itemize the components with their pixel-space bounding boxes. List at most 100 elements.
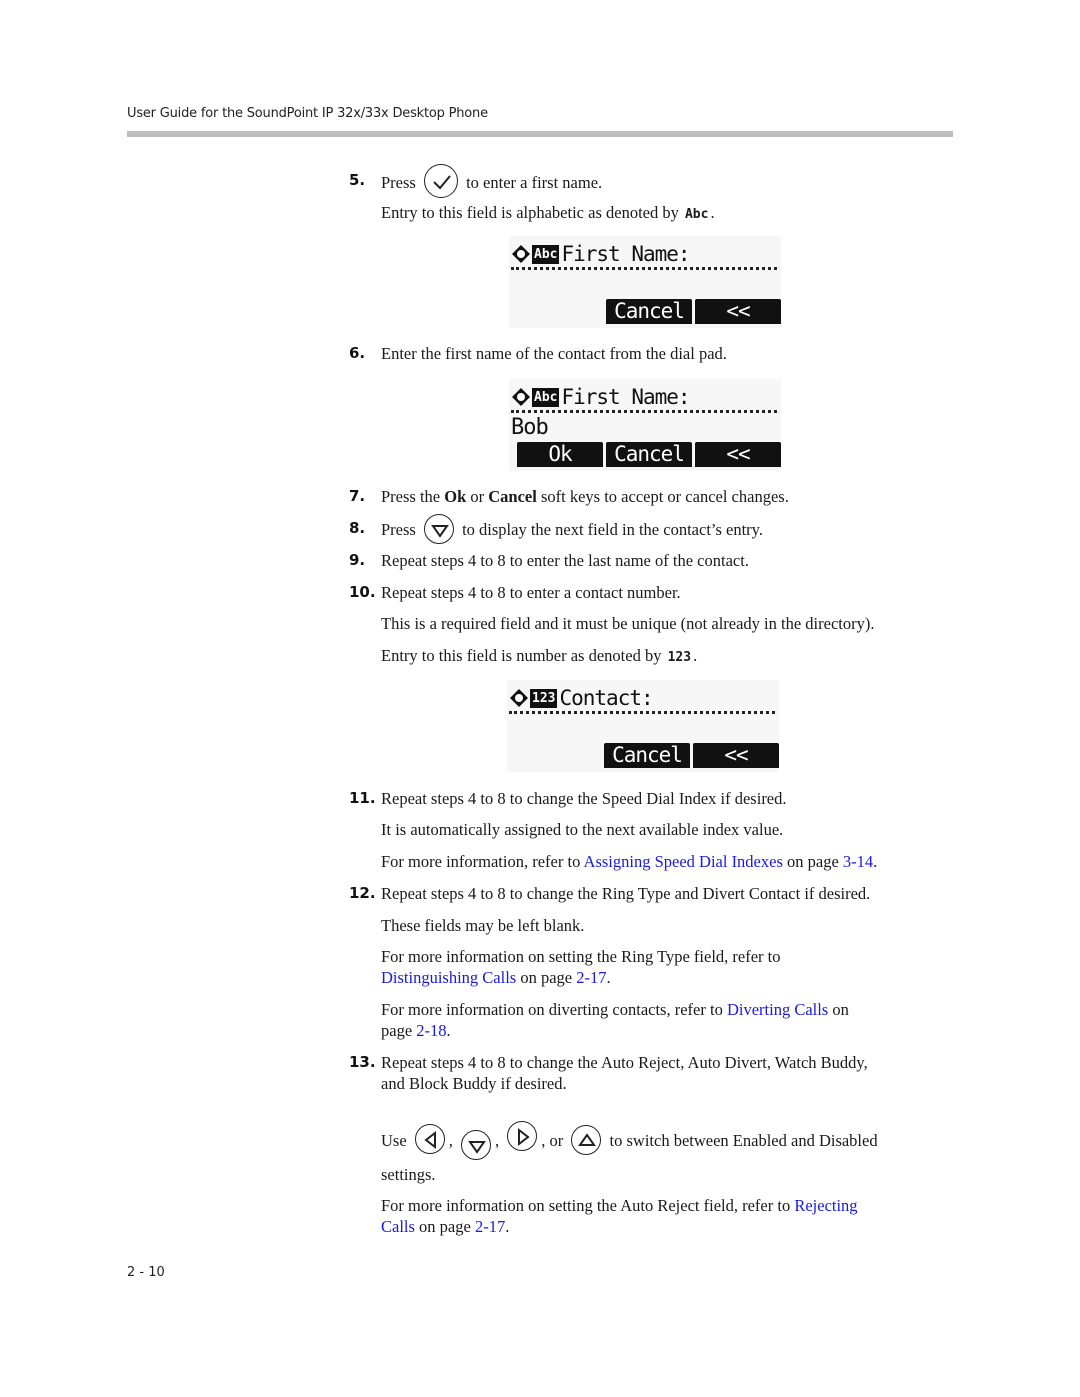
step-text: to enter a first name. (466, 172, 603, 192)
step-number: 5. (349, 171, 366, 189)
up-arrow-icon (571, 1125, 602, 1155)
text: on page (516, 968, 577, 987)
text: For more information on diverting contac… (381, 1000, 727, 1019)
numeric-mode-glyph: 123 (667, 649, 692, 665)
softkey-cancel[interactable]: Cancel (604, 743, 690, 768)
select-check-icon (423, 164, 458, 198)
step-11-note: It is automatically assigned to the next… (381, 820, 784, 839)
text: on page (414, 1217, 475, 1236)
down-arrow-icon (461, 1130, 492, 1160)
input-mode-badge: Abc (532, 387, 560, 407)
text: For more information on setting the Auto… (381, 1196, 795, 1215)
softkey-backspace[interactable]: << (695, 442, 781, 467)
input-underline (511, 267, 777, 270)
note-text: Entry to this field is number as denoted… (381, 646, 662, 665)
step-text: Repeat steps 4 to 8 to change the Auto R… (381, 1052, 868, 1094)
input-underline (511, 410, 777, 413)
input-mode-badge: Abc (532, 244, 560, 264)
text: Repeat steps 4 to 8 to change the Auto R… (381, 1053, 868, 1072)
page-number: 2 - 10 (127, 1265, 165, 1280)
softkey-bar: Cancel << (606, 299, 781, 324)
alpha-mode-glyph: Abc (684, 206, 709, 222)
field-label: Contact: (559, 686, 653, 710)
step-text: Press (381, 519, 416, 539)
softkey-ok[interactable]: Ok (517, 442, 603, 467)
left-arrow-icon (414, 1124, 445, 1154)
screen-header: Abc First Name: (511, 242, 691, 266)
text: on page (782, 852, 843, 871)
navigation-indicator-icon (511, 387, 531, 407)
text: For more information, refer to (381, 852, 584, 871)
step-text: Repeat steps 4 to 8 to enter a contact n… (381, 583, 681, 602)
note-text: . (693, 646, 698, 665)
step-text: Enter the first name of the contact from… (381, 344, 727, 363)
header-rule (127, 131, 953, 137)
text: , (495, 1130, 500, 1150)
text: . (446, 1021, 451, 1040)
step-text: Repeat steps 4 to 8 to change the Speed … (381, 789, 787, 808)
step-12-divert-reference: For more information on diverting contac… (381, 999, 849, 1041)
phone-screen-first-name: Abc First Name: Cancel << (509, 236, 781, 328)
step-10-note: This is a required field and it must be … (381, 614, 875, 633)
link-page-2-17[interactable]: 2-17 (576, 968, 606, 987)
screen-header: Abc First Name: (511, 385, 691, 409)
link-rejecting-calls[interactable]: Calls (381, 1217, 415, 1236)
link-assigning-speed-dial-indexes[interactable]: Assigning Speed Dial Indexes (584, 852, 783, 871)
step-text: Press (381, 172, 416, 192)
step-text: Press the Ok or Cancel soft keys to acce… (381, 486, 789, 507)
text: page (381, 1021, 417, 1040)
text: on (828, 1000, 849, 1019)
input-mode-badge: 123 (530, 688, 558, 708)
step-number: 10. (349, 583, 376, 601)
text: , or (541, 1130, 564, 1150)
text: or (466, 487, 489, 506)
step-number: 9. (349, 551, 366, 569)
text: . (505, 1217, 510, 1236)
step-12-ring-type-reference: For more information on setting the Ring… (381, 946, 781, 988)
step-number: 11. (349, 789, 376, 807)
step-13-navigation-note: Use , , , or to switch between Enabled a… (381, 1121, 878, 1160)
running-header: User Guide for the SoundPoint IP 32x/33x… (127, 106, 488, 121)
text: Press the (381, 487, 445, 506)
link-diverting-calls[interactable]: Diverting Calls (727, 1000, 828, 1019)
text: . (606, 968, 611, 987)
softkey-bar: Ok Cancel << (517, 442, 781, 467)
field-label: First Name: (561, 242, 690, 266)
phone-screen-contact: 123 Contact: Cancel << (507, 680, 779, 772)
text: , (448, 1130, 453, 1150)
step-13-auto-reject-reference: For more information on setting the Auto… (381, 1195, 858, 1237)
step-number: 6. (349, 344, 366, 362)
softkey-cancel[interactable]: Cancel (606, 442, 692, 467)
step-13-settings-word: settings. (381, 1165, 436, 1184)
text: and Block Buddy if desired. (381, 1074, 567, 1093)
link-distinguishing-calls[interactable]: Distinguishing Calls (381, 968, 516, 987)
cancel-keyword: Cancel (488, 487, 537, 506)
step-number: 7. (349, 487, 366, 505)
step-number: 12. (349, 884, 376, 902)
softkey-backspace[interactable]: << (693, 743, 779, 768)
link-page-2-18[interactable]: 2-18 (416, 1021, 446, 1040)
step-text: to display the next field in the contact… (462, 519, 763, 539)
down-arrow-icon (423, 514, 454, 544)
step-10-entry-note: Entry to this field is number as denoted… (381, 645, 697, 668)
note-text: Entry to this field is alphabetic as den… (381, 203, 679, 222)
text: soft keys to accept or cancel changes. (536, 487, 789, 506)
ok-keyword: Ok (444, 487, 467, 506)
step-number: 13. (349, 1053, 376, 1071)
right-arrow-icon (507, 1121, 538, 1151)
text: to switch between Enabled and Disabled (609, 1130, 878, 1150)
field-value: Bob (511, 415, 549, 440)
step-number: 8. (349, 519, 366, 537)
link-page-2-17[interactable]: 2-17 (475, 1217, 505, 1236)
step-12-note: These fields may be left blank. (381, 916, 585, 935)
step-11-reference: For more information, refer to Assigning… (381, 851, 877, 872)
input-underline (509, 711, 775, 714)
link-rejecting-calls[interactable]: Rejecting (794, 1196, 857, 1215)
softkey-cancel[interactable]: Cancel (606, 299, 692, 324)
softkey-backspace[interactable]: << (695, 299, 781, 324)
navigation-indicator-icon (509, 688, 529, 708)
link-page-3-14[interactable]: 3-14 (843, 852, 873, 871)
text: Use (381, 1130, 407, 1150)
text: For more information on setting the Ring… (381, 947, 781, 966)
step-text: Repeat steps 4 to 8 to enter the last na… (381, 551, 749, 570)
